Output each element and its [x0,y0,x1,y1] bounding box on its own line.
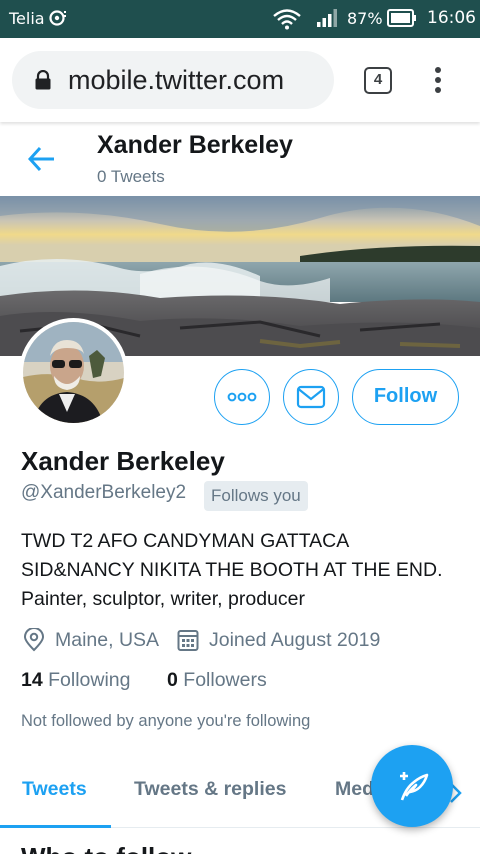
header-tweet-count: 0 Tweets [97,167,165,186]
calendar-icon [177,630,199,651]
profile-bio: TWD T2 AFO CANDYMAN GATTACA SID&NANCY NI… [21,527,471,614]
message-button[interactable] [283,369,339,425]
profile-top-bar: Xander Berkeley 0 Tweets [0,122,480,196]
clock: 16:06 [427,8,476,28]
signal-icon [317,9,337,27]
compose-feather-icon [400,772,429,801]
status-bar: Telia 87% 16:06 [0,0,480,38]
tab-tweets-and-replies[interactable]: Tweets & replies [134,778,286,801]
compose-tweet-button[interactable] [371,745,453,827]
battery-icon [387,9,416,27]
followers-count: 0 [167,669,178,691]
header-profile-name: Xander Berkeley [97,131,293,159]
more-options-button[interactable] [214,369,270,425]
following-link[interactable]: 14 Following [21,669,131,692]
bio-line: Painter, sculptor, writer, producer [21,588,305,610]
location-pin-icon [23,628,45,652]
follow-button[interactable]: Follow [352,369,459,425]
carrier-label: Telia [9,9,45,28]
follows-you-badge: Follows you [204,481,308,511]
overflow-menu-icon[interactable] [428,65,448,95]
profile-name: Xander Berkeley [21,446,225,476]
following-label: Following [48,669,131,691]
wifi-icon [273,9,301,30]
lock-icon [35,70,51,90]
bio-line: SID&NANCY NIKITA THE BOOTH AT THE END. [21,559,443,581]
not-followed-note: Not followed by anyone you're following [21,712,311,730]
who-to-follow-heading: Who to follow [21,842,191,854]
avatar[interactable] [19,318,128,427]
profile-joined-date: Joined August 2019 [209,629,381,651]
profile-handle: @XanderBerkeley2 [21,482,187,503]
address-bar[interactable]: mobile.twitter.com [12,51,334,109]
message-icon [296,385,325,408]
back-arrow-icon[interactable] [28,146,56,172]
followers-link[interactable]: 0 Followers [167,669,267,692]
followers-label: Followers [183,669,267,691]
tab-media[interactable]: Med [335,778,374,801]
carrier-icon [49,10,66,26]
bio-line: TWD T2 AFO CANDYMAN GATTACA [21,530,350,552]
url-text: mobile.twitter.com [68,65,285,95]
avatar-image [23,322,124,423]
active-tab-indicator [0,825,111,828]
following-count: 14 [21,669,43,691]
tabs-icon[interactable]: 4 [364,67,392,94]
tab-tweets[interactable]: Tweets [22,778,87,801]
battery-percent: 87% [347,9,383,28]
more-icon [227,392,256,401]
browser-toolbar: mobile.twitter.com 4 [0,38,480,122]
profile-location: Maine, USA [55,629,160,651]
